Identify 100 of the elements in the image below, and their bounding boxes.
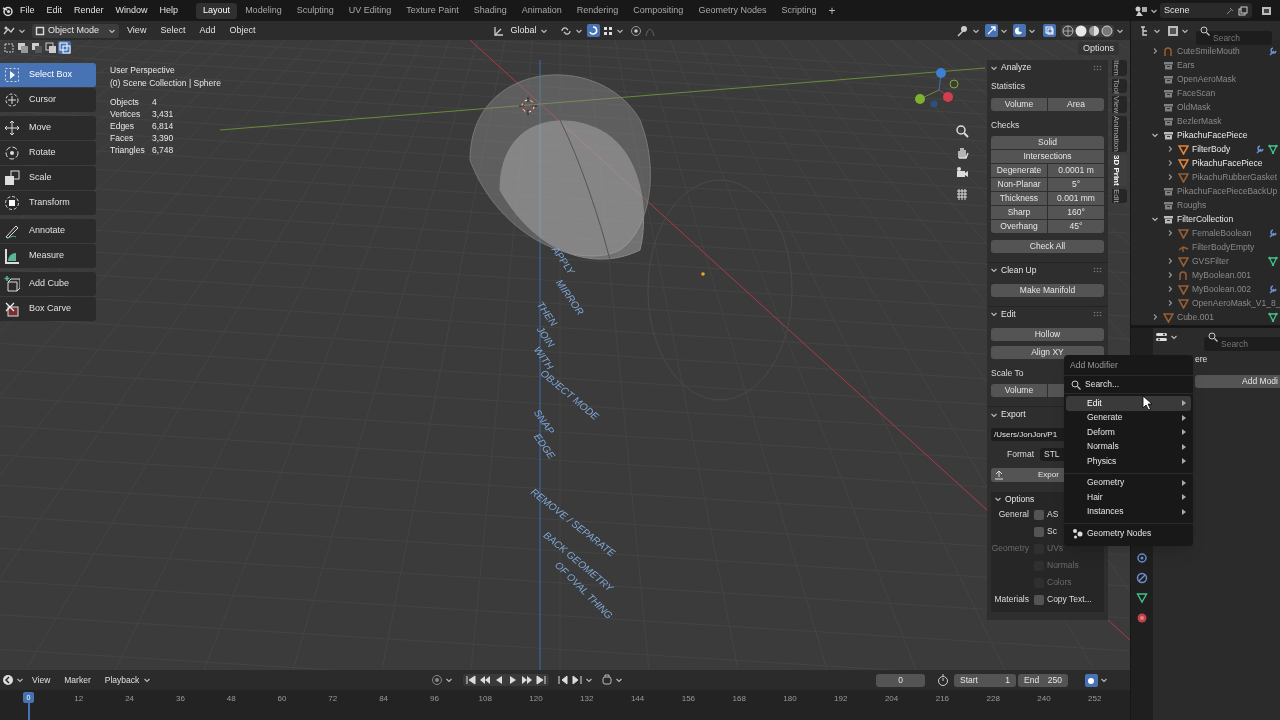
rendered-sphere-icon[interactable]: [1101, 24, 1113, 37]
next-keyframe-icon[interactable]: [521, 674, 534, 686]
grid-snap-icon[interactable]: [602, 24, 615, 37]
keying-set-icon[interactable]: [601, 674, 614, 686]
snap-icon[interactable]: [587, 24, 601, 37]
drag-handle-icon[interactable]: [1093, 311, 1103, 317]
make-manifold-button[interactable]: Make Manifold: [991, 283, 1104, 297]
chevron-icon[interactable]: [1166, 159, 1175, 167]
outliner-item[interactable]: MyBoolean.001: [1192, 268, 1252, 282]
sidebar-tab[interactable]: Edit: [1112, 188, 1127, 203]
statistics-button[interactable]: Area: [1048, 97, 1104, 111]
orbit-icon[interactable]: [1136, 552, 1148, 564]
end-frame-field[interactable]: End 250: [1018, 673, 1068, 687]
outliner-item[interactable]: Ears: [1177, 58, 1195, 72]
visibility-icon[interactable]: [956, 24, 970, 37]
sidebar-tab[interactable]: 3D Print: [1112, 155, 1127, 186]
wrench-icon[interactable]: [1268, 284, 1278, 294]
check-button[interactable]: Solid: [991, 135, 1104, 149]
previous-marker-icon[interactable]: [557, 674, 570, 686]
drag-handle-icon[interactable]: [1093, 267, 1103, 273]
stopwatch-icon[interactable]: [937, 674, 949, 686]
tool-button[interactable]: Box Carve: [0, 297, 96, 321]
caret-icon[interactable]: [615, 676, 624, 684]
selection-mode-button[interactable]: [30, 41, 43, 54]
caret-icon[interactable]: [1151, 131, 1160, 139]
outliner-item[interactable]: OpenAeroMask: [1177, 72, 1237, 86]
menu-search-field[interactable]: Search...: [1064, 375, 1193, 391]
pin-icon[interactable]: [1225, 5, 1235, 16]
workspace-tab[interactable]: Texture Paint: [399, 2, 466, 19]
solid-sphere-icon[interactable]: [1075, 24, 1087, 37]
checkbox[interactable]: [1034, 594, 1044, 605]
edit-button[interactable]: Hollow: [991, 327, 1104, 341]
outliner-item[interactable]: PikachuFacePiece: [1192, 156, 1263, 170]
outliner-item[interactable]: CuteSmileMouth: [1177, 44, 1240, 58]
tool-button[interactable]: Annotate: [0, 219, 96, 243]
editor-type-icon[interactable]: [1155, 330, 1168, 343]
scene-icon[interactable]: [1134, 4, 1148, 17]
tool-button[interactable]: Rotate: [0, 141, 96, 165]
chevron-icon[interactable]: [1151, 47, 1160, 55]
sidebar-tab[interactable]: Item: [1112, 60, 1127, 76]
edit-button[interactable]: Align XY: [991, 345, 1104, 359]
number-field[interactable]: 45°: [1048, 219, 1104, 233]
tool-button[interactable]: Select Box: [0, 63, 96, 87]
caret-icon[interactable]: [1151, 215, 1160, 223]
workspace-tab[interactable]: Shading: [466, 2, 514, 19]
selection-mode-button[interactable]: [2, 41, 15, 54]
tool-button[interactable]: Measure: [0, 244, 96, 268]
vertex-triangle-icon[interactable]: [1136, 592, 1148, 604]
checkbox-label[interactable]: Copy Text...: [1047, 593, 1092, 607]
outliner-item[interactable]: FilterBody: [1192, 142, 1231, 156]
previous-keyframe-icon[interactable]: [479, 674, 492, 686]
menu-item[interactable]: Add: [193, 23, 222, 38]
orientation-dropdown[interactable]: Global: [507, 23, 552, 38]
chevron-icon[interactable]: [1166, 285, 1175, 293]
grid-icon[interactable]: [955, 187, 969, 201]
outliner-item[interactable]: MyBoolean.002: [1192, 282, 1252, 296]
check-button[interactable]: Intersections: [991, 149, 1104, 163]
caret-icon[interactable]: [1100, 676, 1108, 684]
menu-item[interactable]: Geometry Nodes: [1066, 526, 1191, 541]
menu-item[interactable]: Marker: [58, 673, 97, 687]
proportional-edit-icon[interactable]: [630, 24, 643, 37]
vertex-triangle-icon[interactable]: [1268, 144, 1278, 154]
add-workspace-button[interactable]: +: [824, 4, 840, 17]
editor-type-icon[interactable]: [2, 674, 14, 686]
caret-icon[interactable]: [16, 676, 24, 684]
workspace-tab[interactable]: Sculpting: [289, 2, 341, 19]
checkbox-label[interactable]: AS: [1047, 508, 1059, 522]
chevron-icon[interactable]: [1166, 257, 1175, 265]
add-modifier-button[interactable]: Add Modi: [1195, 374, 1280, 388]
outliner-item[interactable]: PikachuFacePieceBackUp: [1177, 184, 1278, 198]
sidebar-tab[interactable]: View: [1112, 96, 1127, 114]
menu-item[interactable]: Hair: [1066, 490, 1191, 505]
workspace-tab[interactable]: Rendering: [569, 2, 626, 19]
caret-icon[interactable]: [585, 676, 594, 684]
menu-item[interactable]: Window: [109, 2, 154, 19]
workspace-tab[interactable]: UV Editing: [341, 2, 399, 19]
material-sphere-icon[interactable]: [1136, 612, 1148, 624]
material-sphere-icon[interactable]: [1088, 24, 1100, 37]
menu-item[interactable]: Select: [154, 23, 192, 38]
chevron-icon[interactable]: [1166, 271, 1175, 279]
x-ray-icon[interactable]: [1043, 24, 1056, 37]
selection-mode-button[interactable]: [58, 41, 71, 54]
menu-item[interactable]: Physics: [1066, 454, 1191, 469]
statistics-button[interactable]: Volume: [991, 97, 1047, 111]
filter-icon[interactable]: [1167, 24, 1179, 37]
menu-item[interactable]: Instances: [1066, 504, 1191, 519]
check-button[interactable]: Overhang: [991, 219, 1047, 233]
search-field[interactable]: Search: [1204, 336, 1280, 351]
next-marker-icon[interactable]: [571, 674, 584, 686]
tool-button[interactable]: Cursor: [0, 88, 96, 112]
menu-item[interactable]: Normals: [1066, 439, 1191, 454]
hand-icon[interactable]: [955, 145, 969, 159]
panel-title[interactable]: Export: [1001, 408, 1026, 422]
wrench-icon[interactable]: [1255, 144, 1265, 154]
search-field[interactable]: Search: [1196, 30, 1272, 45]
vertex-triangle-icon[interactable]: [1268, 256, 1278, 266]
options-button[interactable]: Options: [1078, 42, 1120, 55]
transform-orientation-icon[interactable]: [493, 24, 506, 37]
outliner-item[interactable]: OldMask: [1177, 100, 1211, 114]
check-button[interactable]: Degenerate: [991, 163, 1047, 177]
